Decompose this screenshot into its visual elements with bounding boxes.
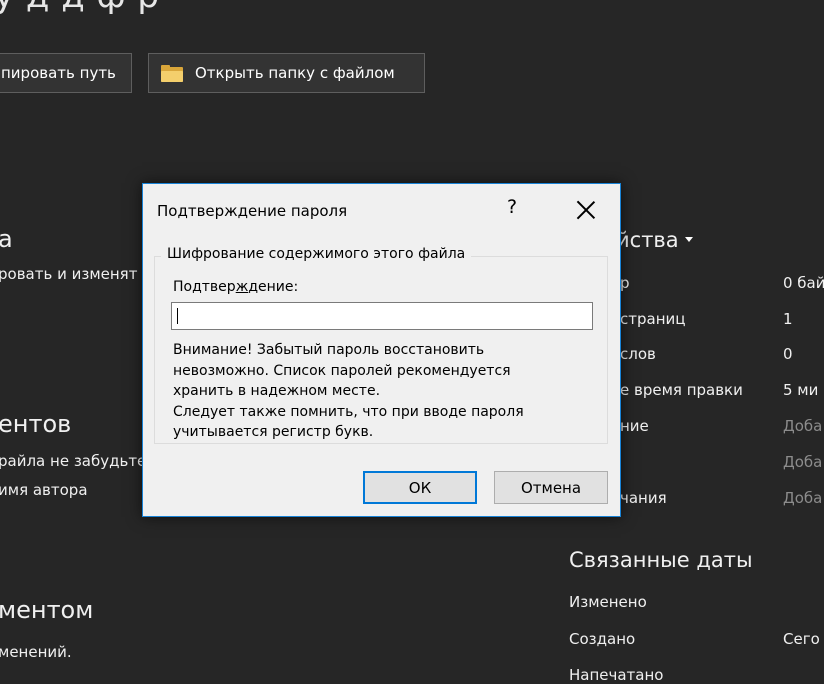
- inspect-text-line2: имя автора: [0, 481, 88, 499]
- copy-path-label: пировать путь: [1, 64, 116, 82]
- manage-heading: ментом: [0, 596, 94, 624]
- label-part-2: дение:: [248, 279, 299, 295]
- help-button[interactable]: ?: [507, 196, 517, 218]
- close-icon[interactable]: [575, 199, 597, 221]
- open-folder-label: Открыть папку с файлом: [195, 64, 395, 82]
- copy-path-button[interactable]: пировать путь: [0, 53, 132, 93]
- inspect-text-line1: райла не забудьте: [0, 452, 147, 470]
- prop-label-size: р: [620, 274, 630, 292]
- properties-heading-label: йства: [616, 228, 679, 252]
- prop-label-title: ние: [620, 417, 649, 435]
- password-input[interactable]: [171, 302, 593, 330]
- chevron-down-icon: [684, 236, 693, 242]
- protect-text: ровать и изменят: [0, 265, 138, 283]
- prop-value-comments[interactable]: Доба: [783, 489, 822, 507]
- dialog-title: Подтверждение пароля: [157, 202, 348, 220]
- created-label: Создано: [569, 630, 636, 648]
- cancel-button[interactable]: Отмена: [494, 471, 608, 504]
- cancel-label: Отмена: [520, 478, 582, 497]
- text-cursor: [177, 308, 178, 324]
- label-accelerator: ж: [235, 279, 249, 295]
- warning-line: хранить в надежном месте.: [173, 383, 381, 399]
- properties-heading[interactable]: йства: [616, 228, 693, 252]
- ok-button[interactable]: ОК: [363, 471, 477, 504]
- prop-value-pages: 1: [783, 310, 793, 328]
- prop-value-size: 0 бай: [783, 274, 824, 292]
- prop-value-words: 0: [783, 345, 793, 363]
- prop-label-comments: чания: [620, 489, 667, 507]
- warning-line: Внимание! Забытый пароль восстановить: [173, 342, 485, 358]
- prop-label-edit-time: е время правки: [620, 381, 743, 399]
- group-title: Шифрование содержимого этого файла: [161, 246, 472, 262]
- password-confirm-dialog: Подтверждение пароля ? Шифрование содерж…: [142, 183, 621, 517]
- manage-text: менений.: [0, 643, 72, 661]
- printed-label: Напечатано: [569, 666, 664, 684]
- label-part-1: Подтвер: [173, 279, 236, 295]
- warning-line: невозможно. Список паролей рекомендуется: [173, 362, 511, 379]
- prop-value-title[interactable]: Доба: [783, 417, 822, 435]
- related-dates-heading: Связанные даты: [569, 548, 753, 572]
- prop-label-words: слов: [620, 345, 656, 363]
- ok-label: ОК: [408, 478, 432, 497]
- created-value: Сего: [783, 630, 820, 648]
- inspect-heading: ентов: [0, 410, 72, 438]
- prop-value-tags[interactable]: Доба: [783, 453, 822, 471]
- protect-heading: а: [0, 225, 13, 253]
- warning-line: Следует также помнить, что при вводе пар…: [173, 403, 524, 420]
- folder-icon: [161, 64, 183, 82]
- modified-label: Изменено: [569, 593, 647, 611]
- prop-value-edit-time: 5 ми: [783, 381, 819, 399]
- help-icon: ?: [507, 196, 518, 218]
- warning-line: учитывается регистр букв.: [173, 424, 374, 440]
- prop-label-pages: страниц: [620, 310, 686, 328]
- document-title: у д д ф р: [0, 0, 160, 16]
- warning-text: Внимание! Забытый пароль восстановить не…: [173, 340, 524, 443]
- confirm-password-label: Подтверждение:: [173, 279, 298, 295]
- open-folder-button[interactable]: Открыть папку с файлом: [148, 53, 425, 93]
